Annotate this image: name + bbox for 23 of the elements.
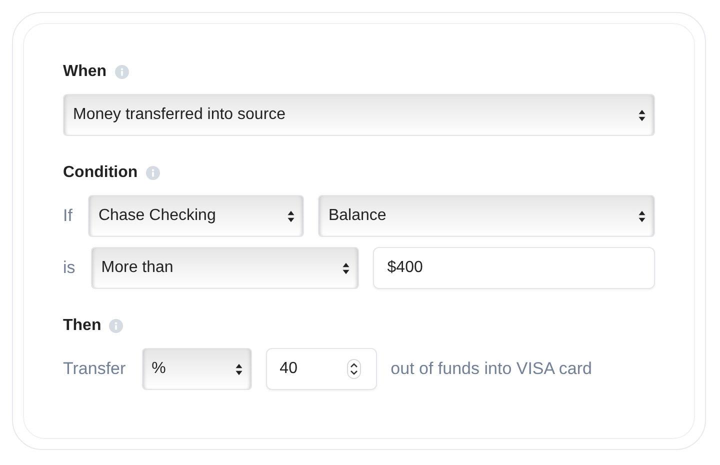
number-field[interactable]: 40 [266,348,377,390]
row-text: out of funds into VISA card [390,359,592,379]
updown-caret-icon [287,210,296,222]
info-icon[interactable] [146,166,160,180]
updown-caret-icon [638,210,646,222]
dropdown[interactable]: Chase Checking [88,195,304,237]
updown-caret-icon [234,362,243,376]
updown-caret-icon [638,108,646,122]
section-title: When [63,63,107,81]
info-icon[interactable] [109,319,124,333]
dropdown[interactable]: More than [91,247,360,289]
info-icon[interactable] [114,65,129,79]
section-title: Then [63,317,102,335]
row-label: is [63,258,76,278]
updown-caret-icon [342,262,350,274]
section-title: Condition [63,164,138,182]
dropdown[interactable]: Money transferred into source [63,94,655,136]
row-label: If [63,206,72,226]
dropdown[interactable]: % [142,348,252,390]
dropdown[interactable]: Balance [318,195,655,237]
spinner-icon[interactable] [346,359,361,379]
amount-field[interactable]: $400 [373,247,655,289]
row-label: Transfer [63,359,126,379]
